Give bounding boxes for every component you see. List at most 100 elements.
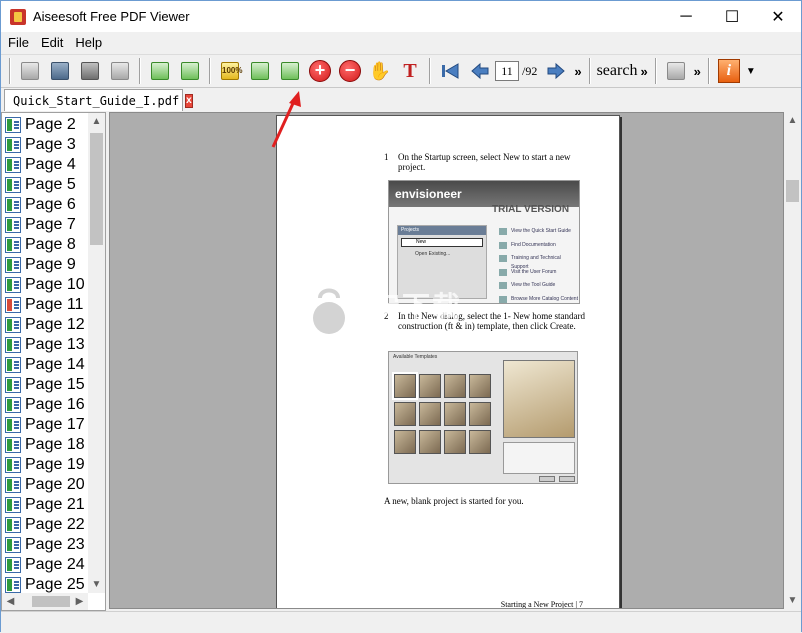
previous-page-button[interactable] <box>467 58 493 84</box>
sidebar-page-item[interactable]: Page 9 <box>3 255 87 275</box>
page-thumbnail-icon <box>5 537 21 553</box>
zoom-out-button[interactable]: − <box>337 58 363 84</box>
viewer-scroll-thumb[interactable] <box>786 180 799 202</box>
sidebar-page-item[interactable]: Page 23 <box>3 535 87 555</box>
menu-help[interactable]: Help <box>69 33 108 53</box>
sidebar-hscroll-thumb[interactable] <box>32 596 70 607</box>
minimize-button[interactable]: ─ <box>663 1 709 32</box>
menu-edit[interactable]: Edit <box>35 33 69 53</box>
more-view-chevron[interactable]: » <box>694 64 701 79</box>
page-thumbnail-icon <box>5 397 21 413</box>
more-search-chevron[interactable]: » <box>640 64 647 79</box>
sidebar-page-item[interactable]: Page 13 <box>3 335 87 355</box>
page-thumbnail-icon <box>5 197 21 213</box>
sidebar-page-item[interactable]: Page 14 <box>3 355 87 375</box>
window-controls: ─ ☐ ✕ <box>663 1 801 32</box>
sidebar-page-item[interactable]: Page 11 <box>3 295 87 315</box>
startup-link: Training and Technical Support <box>499 254 579 270</box>
screenshot-logo: envisioneer <box>395 187 462 201</box>
toolbar-separator <box>209 58 211 84</box>
maximize-button[interactable]: ☐ <box>709 1 755 32</box>
scroll-up-arrow-icon[interactable]: ▲ <box>88 113 105 130</box>
actual-size-button[interactable]: 100% <box>217 58 243 84</box>
sidebar-page-item[interactable]: Page 17 <box>3 415 87 435</box>
next-page-button[interactable] <box>543 58 569 84</box>
rotate-right-button[interactable] <box>177 58 203 84</box>
new-project-item: New <box>401 238 483 247</box>
hand-tool-button[interactable]: ✋ <box>367 58 393 84</box>
page-number-input[interactable]: 11 <box>495 61 519 81</box>
template-preview <box>503 360 575 438</box>
search-button[interactable]: search <box>597 62 638 80</box>
scroll-down-arrow-icon[interactable]: ▼ <box>88 576 105 593</box>
rotate-left-icon <box>151 62 169 80</box>
startup-link: View the Tool Guide <box>499 281 579 295</box>
template-thumbnail <box>394 430 416 454</box>
email-button[interactable] <box>107 58 133 84</box>
sidebar-page-item[interactable]: Page 24 <box>3 555 87 575</box>
open-button[interactable] <box>17 58 43 84</box>
text-select-button[interactable]: T <box>397 58 423 84</box>
scroll-down-arrow-icon[interactable]: ▼ <box>784 592 801 609</box>
save-button[interactable] <box>47 58 73 84</box>
view-mode-button[interactable] <box>663 58 689 84</box>
print-button[interactable] <box>77 58 103 84</box>
page-thumbnail-icon <box>5 437 21 453</box>
template-thumbnail <box>392 372 418 400</box>
sidebar-page-item[interactable]: Page 16 <box>3 395 87 415</box>
menu-file[interactable]: File <box>2 33 35 53</box>
step1-number: 1 <box>384 152 389 162</box>
sidebar-page-item[interactable]: Page 10 <box>3 275 87 295</box>
template-thumbnail <box>444 374 466 398</box>
more-nav-chevron[interactable]: » <box>574 64 581 79</box>
scroll-left-arrow-icon[interactable]: ◀ <box>2 593 19 610</box>
sidebar-page-item[interactable]: Page 22 <box>3 515 87 535</box>
toolbar-separator <box>429 58 431 84</box>
info-button[interactable]: i <box>716 58 742 84</box>
sidebar-page-item[interactable]: Page 18 <box>3 435 87 455</box>
sidebar-page-item[interactable]: Page 8 <box>3 235 87 255</box>
save-icon <box>51 62 69 80</box>
sidebar-horizontal-scrollbar[interactable]: ◀ ▶ <box>2 593 88 610</box>
page-thumbnail-icon <box>5 477 21 493</box>
zoom-in-button[interactable]: + <box>307 58 333 84</box>
sidebar-page-item[interactable]: Page 15 <box>3 375 87 395</box>
sidebar-vertical-scrollbar[interactable]: ▲ ▼ <box>88 113 105 593</box>
sidebar-page-item[interactable]: Page 7 <box>3 215 87 235</box>
template-thumbnail <box>419 430 441 454</box>
sidebar-page-item[interactable]: Page 6 <box>3 195 87 215</box>
sidebar-page-label: Page 7 <box>25 216 76 233</box>
fit-page-button[interactable] <box>277 58 303 84</box>
sidebar-page-item[interactable]: Page 5 <box>3 175 87 195</box>
scroll-right-arrow-icon[interactable]: ▶ <box>71 593 88 610</box>
document-viewer[interactable]: 1 On the Startup screen, select New to s… <box>109 112 784 609</box>
startup-link: Browse More Catalog Content <box>499 295 579 304</box>
close-tab-icon[interactable]: x <box>185 93 193 108</box>
sidebar-page-item[interactable]: Page 4 <box>3 155 87 175</box>
info-dropdown-icon[interactable]: ▼ <box>746 66 756 77</box>
page-thumbnail-icon <box>5 457 21 473</box>
close-window-button[interactable]: ✕ <box>755 1 801 32</box>
sidebar-page-item[interactable]: Page 25 <box>3 575 87 595</box>
scroll-up-arrow-icon[interactable]: ▲ <box>784 112 801 129</box>
sidebar-page-label: Page 9 <box>25 256 76 273</box>
sidebar-page-item[interactable]: Page 2 <box>3 115 87 135</box>
document-tab[interactable]: Quick_Start_Guide_I.pdf x <box>4 89 193 111</box>
sidebar-page-item[interactable]: Page 3 <box>3 135 87 155</box>
template-thumbnail <box>444 430 466 454</box>
fit-width-button[interactable] <box>247 58 273 84</box>
sidebar-page-item[interactable]: Page 20 <box>3 475 87 495</box>
template-thumbnail <box>419 374 441 398</box>
rotate-left-button[interactable] <box>147 58 173 84</box>
app-window: Aiseesoft Free PDF Viewer ─ ☐ ✕ File Edi… <box>0 0 802 633</box>
sidebar-scroll-thumb[interactable] <box>90 133 103 245</box>
info-icon: i <box>717 59 740 83</box>
sidebar-page-item[interactable]: Page 21 <box>3 495 87 515</box>
viewer-vertical-scrollbar[interactable]: ▲ ▼ <box>784 112 801 609</box>
sidebar-page-item[interactable]: Page 12 <box>3 315 87 335</box>
title-bar: Aiseesoft Free PDF Viewer ─ ☐ ✕ <box>1 1 801 32</box>
sidebar-page-label: Page 8 <box>25 236 76 253</box>
sidebar-page-item[interactable]: Page 19 <box>3 455 87 475</box>
open-existing-item: Open Existing... <box>415 251 451 257</box>
first-page-button[interactable] <box>437 58 463 84</box>
